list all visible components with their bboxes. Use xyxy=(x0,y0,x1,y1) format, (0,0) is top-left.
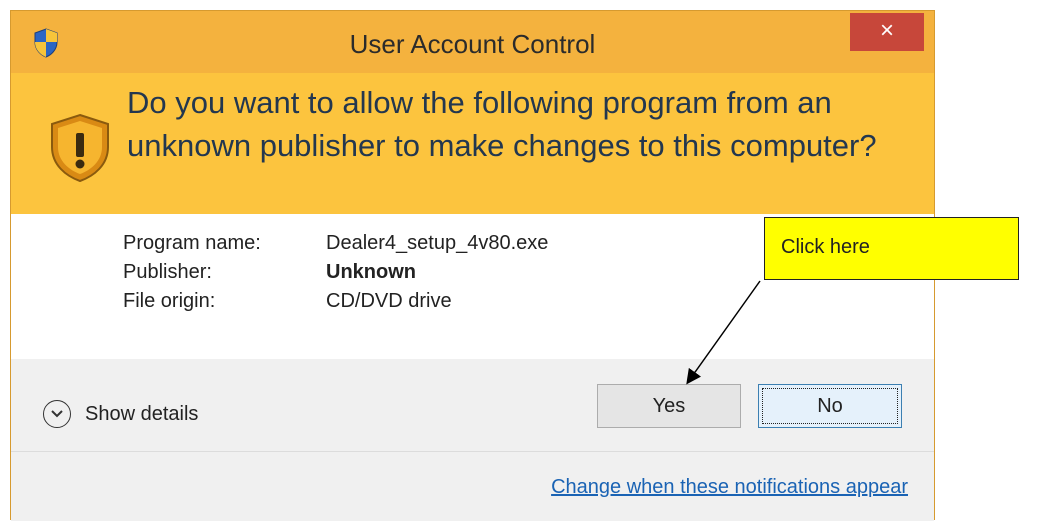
question-text: Do you want to allow the following progr… xyxy=(127,85,877,163)
program-name-value: Dealer4_setup_4v80.exe xyxy=(326,232,549,254)
close-icon: × xyxy=(879,17,894,44)
dialog-footer: Show details Yes No Change when these no… xyxy=(11,359,934,521)
publisher-value: Unknown xyxy=(326,261,416,283)
program-name-label: Program name: xyxy=(123,232,261,254)
yes-button[interactable]: Yes xyxy=(597,384,741,428)
warning-shield-icon xyxy=(51,113,109,183)
change-notifications-link[interactable]: Change when these notifications appear xyxy=(551,476,908,499)
footer-divider xyxy=(11,451,934,452)
show-details-toggle[interactable]: Show details xyxy=(43,397,198,431)
publisher-label: Publisher: xyxy=(123,261,212,283)
title-bar: User Account Control × xyxy=(11,11,934,75)
show-details-label: Show details xyxy=(85,402,199,425)
file-origin-label: File origin: xyxy=(123,290,216,312)
file-origin-value: CD/DVD drive xyxy=(326,290,452,312)
chevron-down-icon xyxy=(43,400,71,428)
dialog-title: User Account Control xyxy=(349,29,596,59)
question-header: Do you want to allow the following progr… xyxy=(11,73,934,214)
no-button[interactable]: No xyxy=(758,384,902,428)
focus-rectangle xyxy=(762,388,898,424)
callout-text: Click here xyxy=(781,236,870,258)
close-button[interactable]: × xyxy=(850,13,924,51)
annotation-callout: Click here xyxy=(764,217,1019,280)
